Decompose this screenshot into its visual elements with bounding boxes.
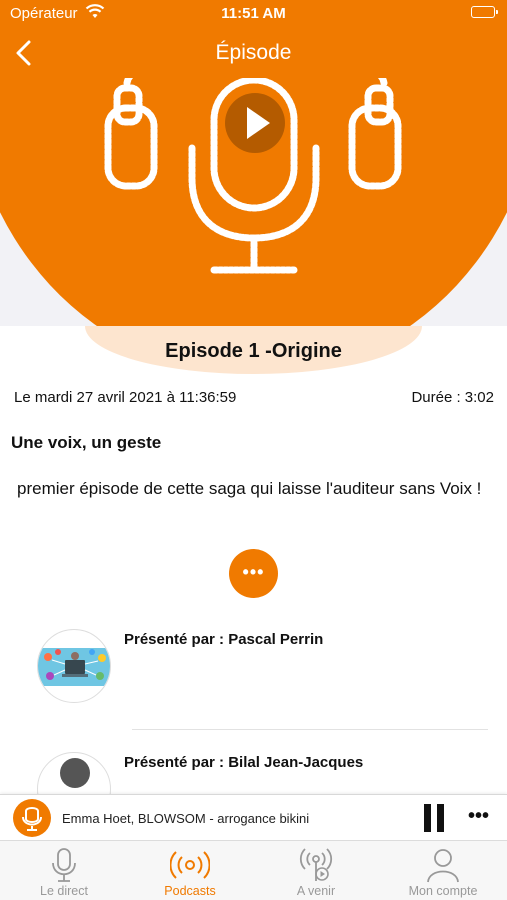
presenter-name: Présenté par : Pascal Perrin xyxy=(124,631,324,648)
status-bar: Opérateur 11:51 AM xyxy=(0,0,507,28)
more-options-button[interactable]: ••• xyxy=(229,549,278,598)
tab-podcasts[interactable]: Podcasts xyxy=(127,841,253,900)
presenter-item[interactable]: Présenté par : Pascal Perrin xyxy=(0,629,507,729)
tab-label: Podcasts xyxy=(164,884,216,898)
tab-a-venir[interactable]: A venir xyxy=(253,841,379,900)
battery-icon xyxy=(471,6,498,18)
episode-subtitle: Une voix, un geste xyxy=(11,433,162,452)
play-icon xyxy=(247,107,270,139)
tab-label: A venir xyxy=(296,884,336,898)
presenter-avatar xyxy=(37,629,111,703)
episode-title: Episode 1 -Origine xyxy=(165,340,342,362)
station-logo-icon xyxy=(15,801,49,835)
presenter-name: Présenté par : Bilal Jean-Jacques xyxy=(124,754,364,771)
broadcast-icon xyxy=(170,851,210,879)
episode-artwork xyxy=(0,78,507,326)
episode-duration: Durée : 3:02 xyxy=(411,389,494,406)
presenter-network-illustration-icon xyxy=(38,648,110,686)
pause-icon-bar xyxy=(437,804,444,832)
more-dots-icon: ••• xyxy=(242,562,265,582)
tab-bar: Le direct Podcasts A venir Mon compte xyxy=(0,840,507,900)
player-more-button[interactable]: ••• xyxy=(468,805,498,829)
pause-button[interactable] xyxy=(422,804,446,832)
navigation-bar: Épisode xyxy=(0,28,507,78)
clock-time: 11:51 AM xyxy=(221,5,286,22)
episode-date: Le mardi 27 avril 2021 à 11:36:59 xyxy=(14,389,237,406)
tab-label: Mon compte xyxy=(408,884,478,898)
now-playing-track: Emma Hoet, BLOWSOM - arrogance bikini xyxy=(62,811,310,826)
divider xyxy=(132,729,488,730)
microphone-icon xyxy=(52,848,76,882)
pause-icon xyxy=(424,804,431,832)
user-icon xyxy=(427,849,459,883)
podcast-play-icon xyxy=(299,848,333,881)
episode-description: premier épisode de cette saga qui laisse… xyxy=(17,479,482,498)
station-logo xyxy=(13,799,51,837)
mini-player[interactable]: Emma Hoet, BLOWSOM - arrogance bikini ••… xyxy=(0,794,507,840)
tab-le-direct[interactable]: Le direct xyxy=(1,841,127,900)
tab-mon-compte[interactable]: Mon compte xyxy=(380,841,506,900)
play-button[interactable] xyxy=(225,93,285,153)
page-title: Épisode xyxy=(215,41,292,64)
tab-label: Le direct xyxy=(40,884,88,898)
